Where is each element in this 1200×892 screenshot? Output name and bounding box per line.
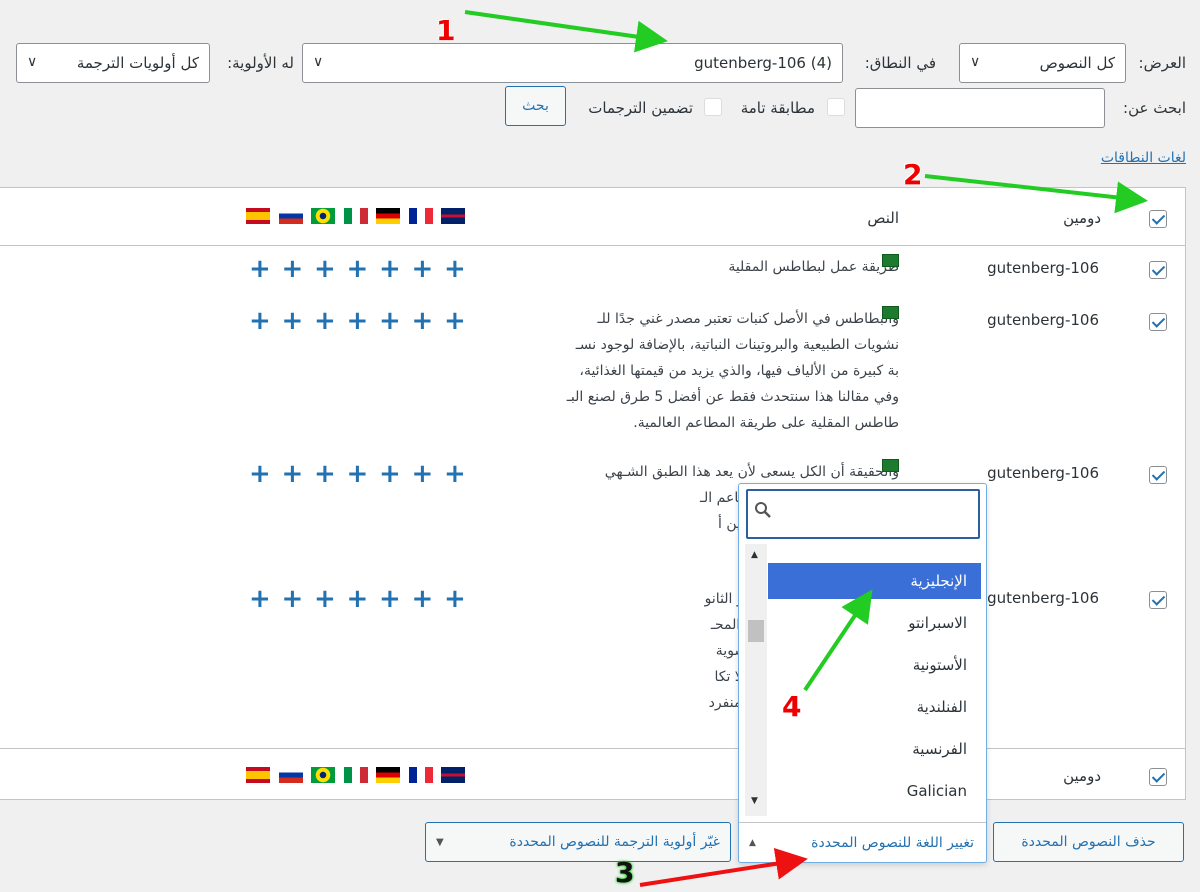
annotation-arrows: [464, 10, 1148, 887]
annotation-2: 2: [903, 158, 923, 191]
annotation-1: 1: [436, 14, 456, 47]
annotation-4: 4: [782, 690, 802, 723]
annotation-3: 3: [615, 856, 635, 889]
